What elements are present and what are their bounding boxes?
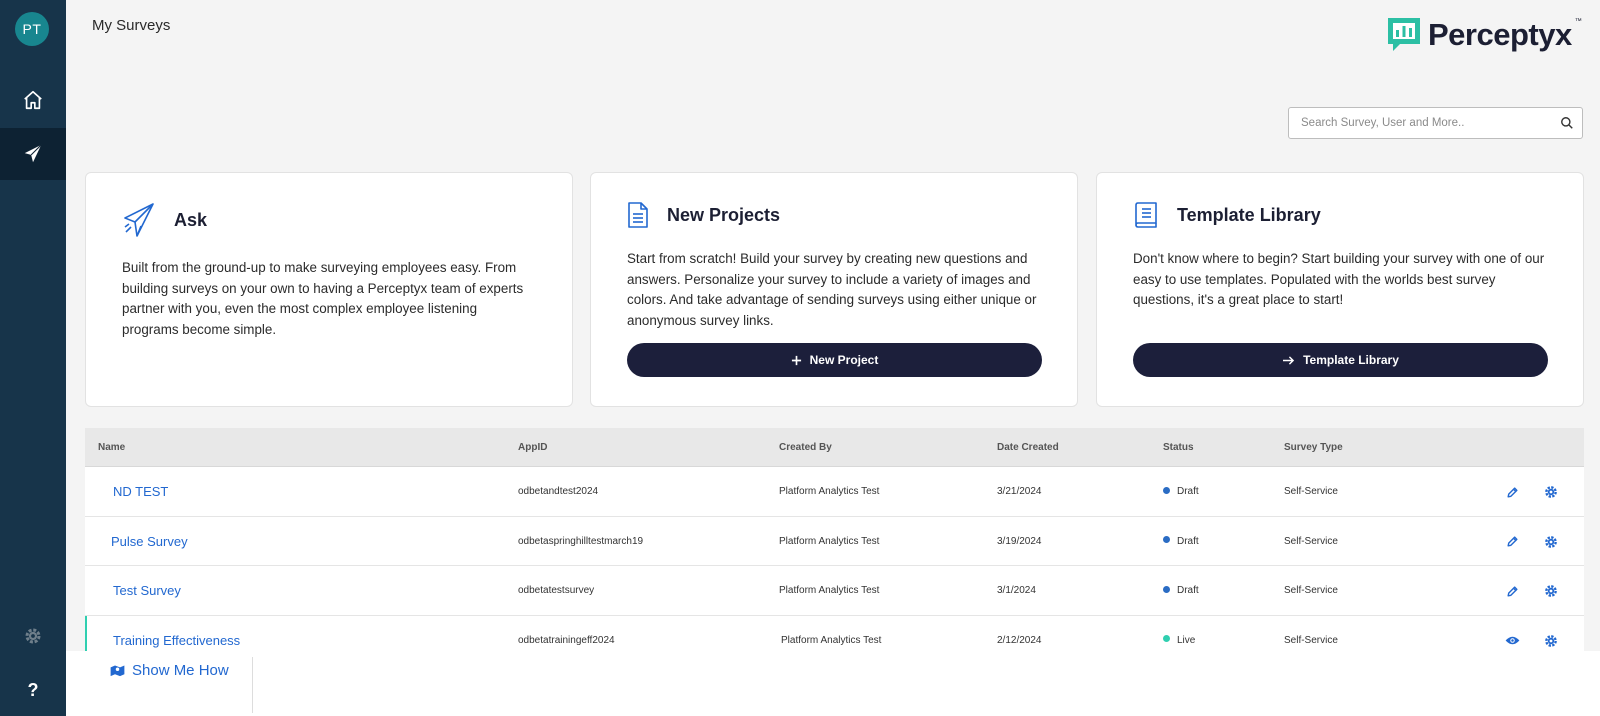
paper-plane-icon bbox=[24, 144, 42, 163]
document-icon bbox=[628, 202, 648, 228]
logo-text: Perceptyx bbox=[1428, 17, 1572, 52]
arrow-right-icon bbox=[1283, 355, 1295, 365]
column-header-survey-type[interactable]: Survey Type bbox=[1284, 442, 1343, 453]
sidebar-item-settings[interactable] bbox=[0, 616, 66, 656]
survey-name-link[interactable]: Pulse Survey bbox=[111, 534, 188, 549]
logo-icon bbox=[1388, 18, 1420, 51]
edit-icon[interactable] bbox=[1503, 483, 1521, 501]
logo: Perceptyx ™ bbox=[1386, 16, 1582, 54]
table-row: ND TEST odbetandtest2024 Platform Analyt… bbox=[85, 467, 1584, 517]
help-icon: ? bbox=[27, 679, 39, 700]
status-cell: Draft bbox=[1163, 536, 1199, 547]
edit-icon[interactable] bbox=[1503, 582, 1521, 600]
table-row: Pulse Survey odbetaspringhilltestmarch19… bbox=[85, 516, 1584, 566]
surveys-table: Name AppID Created By Date Created Statu… bbox=[85, 428, 1584, 665]
template-library-title: Template Library bbox=[1177, 204, 1321, 225]
status-cell: Live bbox=[1163, 635, 1195, 646]
sidebar-item-help[interactable]: ? bbox=[0, 670, 66, 710]
created-by-cell: Platform Analytics Test bbox=[781, 634, 882, 646]
appid-cell: odbetatrainingeff2024 bbox=[518, 634, 615, 646]
new-project-button[interactable]: New Project bbox=[627, 343, 1042, 377]
sidebar-item-home[interactable] bbox=[0, 74, 66, 126]
status-dot bbox=[1163, 536, 1170, 544]
gear-icon bbox=[25, 628, 41, 644]
date-created-cell: 3/21/2024 bbox=[997, 486, 1042, 497]
appid-cell: odbetandtest2024 bbox=[518, 486, 599, 497]
appid-cell: odbetatestsurvey bbox=[518, 585, 595, 596]
column-header-date-created[interactable]: Date Created bbox=[997, 442, 1059, 453]
ask-title: Ask bbox=[174, 209, 208, 230]
ask-card: Ask Built from the ground-up to make sur… bbox=[85, 172, 573, 407]
gear-icon[interactable] bbox=[1542, 582, 1560, 600]
date-created-cell: 2/12/2024 bbox=[997, 634, 1042, 646]
search-icon[interactable] bbox=[1552, 116, 1582, 130]
new-project-label: New Project bbox=[809, 353, 879, 367]
status-label: Draft bbox=[1177, 486, 1199, 497]
created-by-cell: Platform Analytics Test bbox=[779, 486, 880, 497]
survey-name-link[interactable]: Test Survey bbox=[113, 583, 181, 598]
divider bbox=[252, 657, 253, 713]
created-by-cell: Platform Analytics Test bbox=[779, 585, 880, 596]
column-header-name[interactable]: Name bbox=[98, 442, 125, 453]
status-cell: Draft bbox=[1163, 486, 1199, 497]
survey-type-cell: Self-Service bbox=[1284, 486, 1338, 497]
created-by-cell: Platform Analytics Test bbox=[779, 535, 880, 547]
survey-type-cell: Self-Service bbox=[1284, 535, 1338, 547]
status-cell: Draft bbox=[1163, 585, 1199, 596]
plus-icon bbox=[791, 355, 801, 365]
column-header-appid[interactable]: AppID bbox=[518, 442, 547, 453]
survey-type-cell: Self-Service bbox=[1284, 634, 1338, 646]
sidebar-item-surveys[interactable] bbox=[0, 128, 66, 180]
survey-name-link[interactable]: ND TEST bbox=[113, 484, 168, 499]
appid-cell: odbetaspringhilltestmarch19 bbox=[518, 535, 644, 547]
search-input[interactable] bbox=[1289, 108, 1552, 138]
new-projects-description: Start from scratch! Build your survey by… bbox=[627, 251, 1037, 328]
template-library-card: Template Library Don't know where to beg… bbox=[1096, 172, 1584, 407]
template-library-description: Don't know where to begin? Start buildin… bbox=[1133, 251, 1545, 307]
new-projects-title: New Projects bbox=[667, 204, 781, 225]
book-icon bbox=[1135, 202, 1157, 228]
ask-description: Built from the ground-up to make surveyi… bbox=[122, 260, 524, 337]
page-title: My Surveys bbox=[92, 17, 171, 34]
eye-icon[interactable] bbox=[1503, 632, 1521, 650]
sidebar: PT ? bbox=[0, 0, 66, 716]
table-header: Name AppID Created By Date Created Statu… bbox=[85, 428, 1584, 467]
footer-bar: Show Me How bbox=[66, 651, 1600, 716]
edit-icon[interactable] bbox=[1503, 533, 1521, 551]
paper-plane-icon bbox=[124, 203, 154, 237]
search-box bbox=[1288, 107, 1583, 139]
date-created-cell: 3/1/2024 bbox=[997, 585, 1036, 596]
logo-trademark: ™ bbox=[1574, 18, 1582, 25]
map-icon bbox=[110, 665, 125, 677]
survey-type-cell: Self-Service bbox=[1284, 585, 1338, 596]
date-created-cell: 3/19/2024 bbox=[997, 535, 1042, 547]
gear-icon[interactable] bbox=[1542, 632, 1560, 650]
show-me-how-button[interactable]: Show Me How bbox=[110, 662, 229, 679]
avatar[interactable]: PT bbox=[15, 12, 49, 46]
status-label: Draft bbox=[1177, 585, 1199, 596]
status-label: Draft bbox=[1177, 535, 1199, 547]
home-icon bbox=[24, 90, 42, 110]
gear-icon[interactable] bbox=[1542, 533, 1560, 551]
table-row: Test Survey odbetatestsurvey Platform An… bbox=[85, 566, 1584, 616]
show-me-how-label: Show Me How bbox=[132, 662, 229, 679]
template-library-button[interactable]: Template Library bbox=[1133, 343, 1548, 377]
new-projects-card: New Projects Start from scratch! Build y… bbox=[590, 172, 1078, 407]
column-header-created-by[interactable]: Created By bbox=[779, 442, 832, 453]
status-label: Live bbox=[1177, 634, 1196, 646]
column-header-status[interactable]: Status bbox=[1163, 442, 1194, 453]
template-library-label: Template Library bbox=[1303, 353, 1399, 367]
status-dot bbox=[1163, 635, 1170, 643]
status-dot bbox=[1163, 486, 1170, 494]
survey-name-link[interactable]: Training Effectiveness bbox=[113, 633, 240, 648]
gear-icon[interactable] bbox=[1542, 483, 1560, 501]
status-dot bbox=[1163, 585, 1170, 593]
